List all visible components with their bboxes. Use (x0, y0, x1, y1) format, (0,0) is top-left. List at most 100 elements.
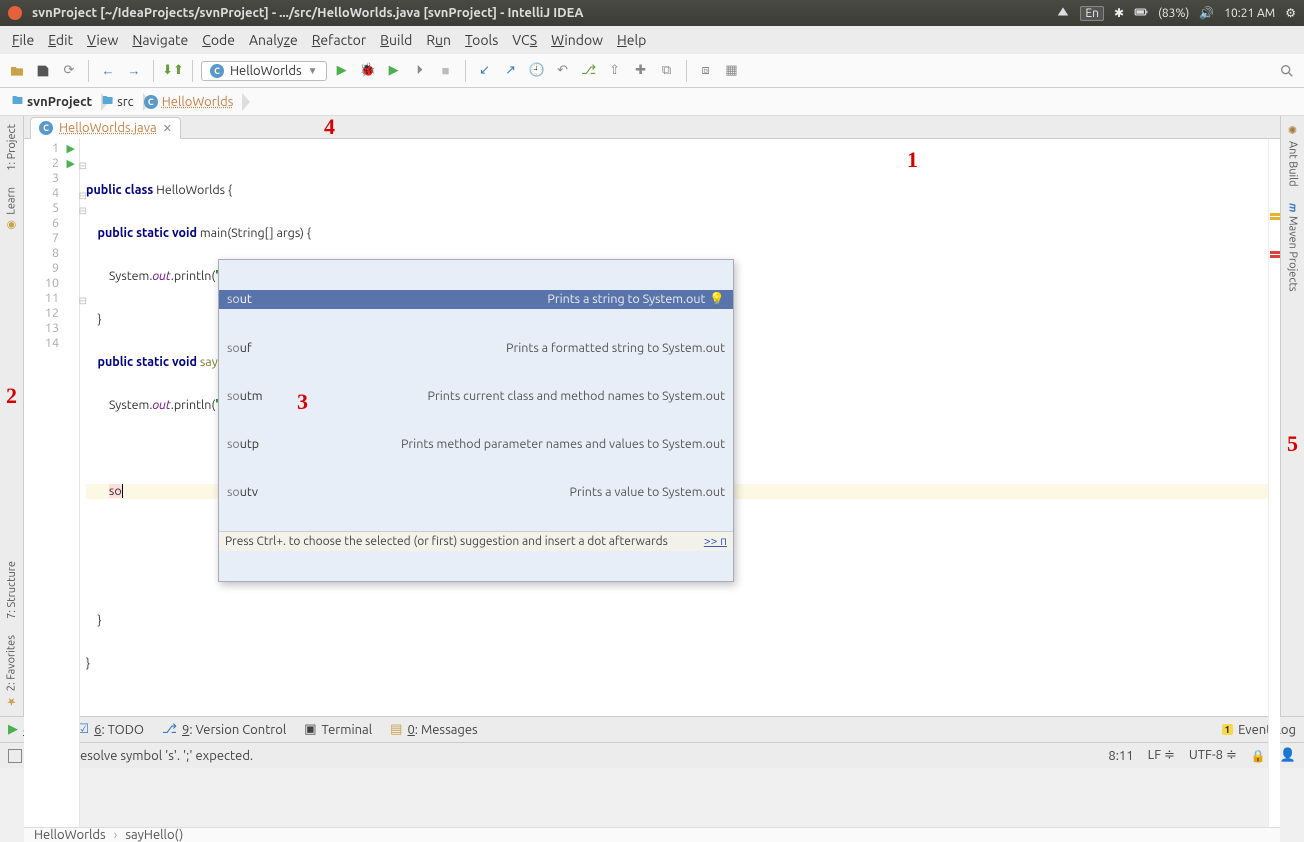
completion-hint: Press Ctrl+. to choose the selected (or … (219, 531, 733, 551)
coverage-icon[interactable]: ▶ (383, 60, 405, 82)
crumb-class[interactable]: HelloWorlds (34, 828, 106, 842)
completion-item[interactable]: souf Prints a formatted string to System… (219, 339, 733, 357)
menu-navigate[interactable]: Navigate (126, 30, 194, 50)
vcs-history-icon[interactable]: 🕘 (526, 60, 548, 82)
tool-tab-learn[interactable]: ◉Learn (5, 179, 18, 240)
tool-tab-maven[interactable]: mMaven Projects (1287, 195, 1299, 300)
completion-popup[interactable]: sout Prints a string to System.out💡 souf… (218, 259, 734, 582)
clock[interactable]: 10:21 AM (1224, 7, 1275, 20)
menu-help[interactable]: Help (611, 30, 652, 50)
tool-tab-ant[interactable]: ✺Ant Build (1286, 116, 1299, 195)
back-icon[interactable]: ← (97, 60, 119, 82)
run-config-selector[interactable]: C HelloWorlds ▼ (201, 61, 327, 81)
annotation-1: 1 (907, 147, 918, 173)
tool-windows-toggle-icon[interactable] (8, 749, 22, 763)
dropdown-icon: ▼ (308, 65, 318, 77)
crumb-src[interactable]: 🖿 src (96, 91, 144, 113)
inspector-man-icon[interactable]: 👤 (1280, 748, 1296, 763)
project-structure-icon[interactable]: ⧈ (695, 60, 717, 82)
completion-item[interactable]: sout Prints a string to System.out💡 (219, 290, 733, 309)
vcs-shelve-icon[interactable]: ⧉ (656, 60, 678, 82)
crumb-method[interactable]: sayHello() (125, 828, 183, 842)
editor: C HelloWorlds.java ✕ 4 1▶ 2▶⊟ 3 4⊟ 5⊟ 6 … (24, 116, 1280, 716)
folder-icon: 🖿 (102, 92, 113, 111)
editor-tabs: C HelloWorlds.java ✕ 4 (24, 116, 1280, 139)
annotation-3: 3 (297, 389, 308, 415)
vcs-new-icon[interactable]: ✚ (630, 60, 652, 82)
volume-icon[interactable]: 🔊 (1199, 6, 1214, 20)
gutter: 1▶ 2▶⊟ 3 4⊟ 5⊟ 6 7 8 9 10 11⊟ 12 13 14 (24, 139, 80, 827)
run-gutter-icon[interactable]: ▶ (67, 142, 75, 157)
search-everywhere-icon[interactable] (1276, 60, 1298, 82)
menu-refactor[interactable]: Refactor (306, 30, 372, 50)
completion-item[interactable]: soutp Prints method parameter names and … (219, 435, 733, 453)
run-gutter-icon[interactable]: ▶ (67, 157, 75, 172)
settings-gear-icon[interactable]: ⚙ (1285, 6, 1296, 20)
editor-breadcrumb: HelloWorlds › sayHello() (24, 827, 1280, 842)
network-icon[interactable] (1056, 5, 1070, 22)
menu-code[interactable]: Code (196, 30, 241, 50)
maven-icon: m (1287, 203, 1299, 212)
navigation-bar: 🖿 svnProject 🖿 src C HelloWorlds (0, 88, 1304, 116)
class-icon: C (144, 95, 158, 109)
annotation-2: 2 (6, 379, 17, 413)
completion-settings-link[interactable]: >> π (704, 535, 727, 548)
editor-tab-helloWorlds[interactable]: C HelloWorlds.java ✕ (30, 117, 181, 139)
menu-file[interactable]: File (6, 30, 40, 50)
os-title-bar: svnProject [~/IdeaProjects/svnProject] -… (0, 0, 1304, 26)
sdk-icon[interactable]: ▦ (721, 60, 743, 82)
profile-icon[interactable]: ⏵ (409, 60, 431, 82)
forward-icon[interactable]: → (123, 60, 145, 82)
ant-icon: ✺ (1286, 124, 1299, 137)
tool-tab-favorites[interactable]: ★2: Favorites (5, 627, 18, 716)
code-area[interactable]: 1 public class HelloWorlds { public stat… (80, 139, 1268, 827)
tool-tab-project[interactable]: 1: Project (6, 116, 18, 179)
sync-icon[interactable]: ⟳ (58, 60, 80, 82)
learn-icon: ◉ (5, 219, 18, 232)
lang-indicator[interactable]: En (1080, 6, 1104, 21)
run-icon[interactable]: ▶ (331, 60, 353, 82)
menu-view[interactable]: View (81, 30, 124, 50)
vcs-update-icon[interactable]: ↙ (474, 60, 496, 82)
run-icon: ▶ (8, 722, 18, 737)
crumb-class[interactable]: C HelloWorlds (138, 91, 244, 113)
menu-window[interactable]: Window (545, 30, 609, 50)
completion-item[interactable]: soutv Prints a value to System.out (219, 483, 733, 501)
build-icon[interactable]: ⬇⬆ (162, 60, 184, 82)
open-icon[interactable] (6, 60, 28, 82)
menu-run[interactable]: Run (420, 30, 457, 50)
menu-analyze[interactable]: Analyze (243, 30, 304, 50)
editor-body[interactable]: 1▶ 2▶⊟ 3 4⊟ 5⊟ 6 7 8 9 10 11⊟ 12 13 14 1… (24, 139, 1280, 827)
close-tab-icon[interactable]: ✕ (163, 122, 172, 135)
vcs-push-icon[interactable]: ⇧ (604, 60, 626, 82)
tool-tab-structure[interactable]: 7: Structure (6, 553, 18, 627)
work-area: 1: Project ◉Learn 2 7: Structure ★2: Fav… (0, 116, 1304, 716)
window-close-icon[interactable] (8, 6, 22, 20)
annotation-5: 5 (1287, 427, 1298, 461)
menu-build[interactable]: Build (374, 30, 418, 50)
run-config-label: HelloWorlds (230, 64, 302, 78)
vcs-branch-icon[interactable]: ⎇ (578, 60, 600, 82)
window-title: svnProject [~/IdeaProjects/svnProject] -… (32, 6, 1056, 20)
crumb-project[interactable]: 🖿 svnProject (6, 91, 102, 113)
save-all-icon[interactable] (32, 60, 54, 82)
battery-icon[interactable] (1134, 5, 1148, 22)
menu-vcs[interactable]: VCS (506, 30, 543, 50)
class-icon: C (39, 121, 53, 135)
vcs-revert-icon[interactable]: ↶ (552, 60, 574, 82)
bluetooth-icon[interactable]: ✱ (1114, 6, 1124, 20)
menu-edit[interactable]: Edit (42, 30, 79, 50)
main-menu-bar: File Edit View Navigate Code Analyze Ref… (0, 26, 1304, 54)
tab-filename: HelloWorlds.java (59, 121, 157, 135)
star-icon: ★ (5, 695, 18, 708)
stop-icon[interactable]: ■ (435, 60, 457, 82)
left-tool-strip: 1: Project ◉Learn 2 7: Structure ★2: Fav… (0, 116, 24, 716)
completion-item[interactable]: soutm 3 Prints current class and method … (219, 387, 733, 405)
menu-tools[interactable]: Tools (459, 30, 504, 50)
folder-icon: 🖿 (12, 92, 23, 111)
system-tray: En ✱ (83%) 🔊 10:21 AM ⚙ (1056, 5, 1296, 22)
error-stripe[interactable] (1268, 139, 1280, 827)
debug-icon[interactable]: 🐞 (357, 60, 379, 82)
main-toolbar: ⟳ ← → ⬇⬆ C HelloWorlds ▼ ▶ 🐞 ▶ ⏵ ■ ↙ ↗ 🕘… (0, 54, 1304, 88)
vcs-commit-icon[interactable]: ↗ (500, 60, 522, 82)
